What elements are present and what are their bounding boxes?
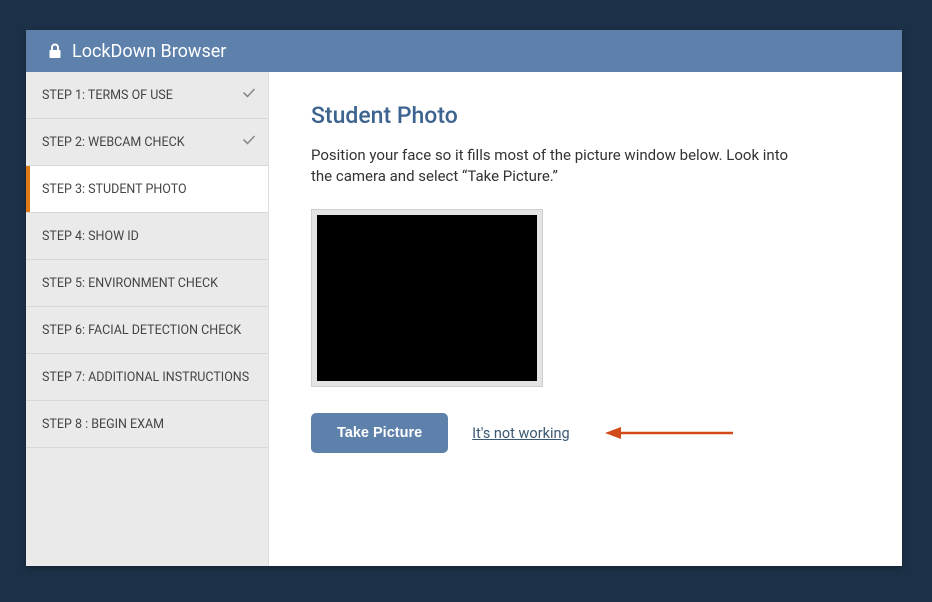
check-icon bbox=[242, 133, 256, 151]
sidebar-item-label: STEP 3: STUDENT PHOTO bbox=[42, 182, 187, 197]
sidebar-item-label: STEP 5: ENVIRONMENT CHECK bbox=[42, 276, 218, 291]
lock-icon bbox=[48, 43, 62, 59]
sidebar-item-step-1[interactable]: STEP 1: TERMS OF USE bbox=[26, 72, 268, 119]
action-row: Take Picture It's not working bbox=[311, 413, 860, 453]
page-title: Student Photo bbox=[311, 102, 860, 129]
not-working-link[interactable]: It's not working bbox=[472, 425, 569, 442]
sidebar-item-step-4[interactable]: STEP 4: SHOW ID bbox=[26, 213, 268, 260]
sidebar-item-label: STEP 4: SHOW ID bbox=[42, 229, 139, 244]
app-window: LockDown Browser STEP 1: TERMS OF USE ST… bbox=[26, 30, 902, 566]
sidebar-item-step-2[interactable]: STEP 2: WEBCAM CHECK bbox=[26, 119, 268, 166]
sidebar-item-step-7[interactable]: STEP 7: ADDITIONAL INSTRUCTIONS bbox=[26, 354, 268, 401]
camera-frame bbox=[311, 209, 543, 387]
sidebar-item-label: STEP 7: ADDITIONAL INSTRUCTIONS bbox=[42, 370, 249, 385]
sidebar: STEP 1: TERMS OF USE STEP 2: WEBCAM CHEC… bbox=[26, 72, 269, 566]
instructions-text: Position your face so it fills most of t… bbox=[311, 145, 811, 187]
titlebar: LockDown Browser bbox=[26, 30, 902, 72]
content-area: STEP 1: TERMS OF USE STEP 2: WEBCAM CHEC… bbox=[26, 72, 902, 566]
sidebar-item-step-8[interactable]: STEP 8 : BEGIN EXAM bbox=[26, 401, 268, 448]
sidebar-item-step-5[interactable]: STEP 5: ENVIRONMENT CHECK bbox=[26, 260, 268, 307]
check-icon bbox=[242, 86, 256, 104]
sidebar-item-label: STEP 8 : BEGIN EXAM bbox=[42, 417, 164, 432]
take-picture-button[interactable]: Take Picture bbox=[311, 413, 448, 453]
sidebar-item-step-3[interactable]: STEP 3: STUDENT PHOTO bbox=[26, 166, 268, 213]
annotation-arrow-icon bbox=[605, 425, 735, 441]
sidebar-item-label: STEP 2: WEBCAM CHECK bbox=[42, 135, 185, 150]
sidebar-item-label: STEP 1: TERMS OF USE bbox=[42, 88, 173, 103]
sidebar-item-step-6[interactable]: STEP 6: FACIAL DETECTION CHECK bbox=[26, 307, 268, 354]
app-title: LockDown Browser bbox=[72, 41, 226, 62]
sidebar-item-label: STEP 6: FACIAL DETECTION CHECK bbox=[42, 323, 241, 338]
camera-feed bbox=[317, 215, 537, 381]
main-content: Student Photo Position your face so it f… bbox=[269, 72, 902, 566]
